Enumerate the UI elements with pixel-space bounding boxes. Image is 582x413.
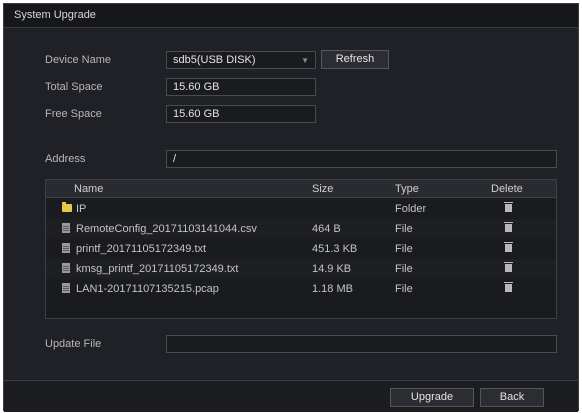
file-list-header: Name Size Type Delete — [46, 180, 556, 198]
trash-icon — [504, 222, 513, 232]
file-name: LAN1-20171107135215.pcap — [76, 283, 219, 295]
total-space-field: 15.60 GB — [166, 78, 316, 96]
file-row[interactable]: printf_20171105172349.txt 451.3 KB File — [46, 239, 556, 259]
file-row[interactable]: RemoteConfig_20171103141044.csv 464 B Fi… — [46, 219, 556, 239]
folder-icon — [62, 202, 72, 212]
file-size: 464 B — [312, 223, 341, 235]
device-name-value: sdb5(USB DISK) — [173, 54, 256, 66]
file-type: File — [395, 223, 413, 235]
file-icon — [62, 263, 70, 273]
file-size: 451.3 KB — [312, 243, 358, 255]
file-row[interactable]: kmsg_printf_20171105172349.txt 14.9 KB F… — [46, 259, 556, 279]
trash-icon — [504, 262, 513, 272]
file-icon — [62, 243, 70, 253]
delete-button[interactable] — [502, 199, 516, 219]
file-icon — [62, 283, 70, 293]
free-space-label: Free Space — [45, 108, 102, 120]
file-type: File — [395, 243, 413, 255]
address-field[interactable]: / — [166, 150, 557, 168]
total-space-label: Total Space — [45, 81, 103, 93]
delete-button[interactable] — [502, 219, 516, 239]
delete-button[interactable] — [502, 239, 516, 259]
file-name: printf_20171105172349.txt — [76, 243, 207, 255]
column-size[interactable]: Size — [312, 183, 333, 195]
file-size: 14.9 KB — [312, 263, 352, 275]
trash-icon — [504, 242, 513, 252]
system-upgrade-window: System Upgrade Device Name sdb5(USB DISK… — [3, 3, 579, 412]
file-name: IP — [76, 203, 87, 215]
file-list: Name Size Type Delete IP Folder RemoteCo… — [45, 179, 557, 319]
file-type: File — [395, 283, 413, 295]
file-row[interactable]: IP Folder — [46, 199, 556, 219]
file-name: kmsg_printf_20171105172349.txt — [76, 263, 239, 275]
refresh-button[interactable]: Refresh — [321, 50, 389, 69]
file-row[interactable]: LAN1-20171107135215.pcap 1.18 MB File — [46, 279, 556, 299]
column-type[interactable]: Type — [395, 183, 419, 195]
device-name-label: Device Name — [45, 54, 112, 66]
delete-button[interactable] — [502, 279, 516, 299]
delete-button[interactable] — [502, 259, 516, 279]
address-label: Address — [45, 153, 86, 165]
update-file-label: Update File — [45, 338, 102, 350]
chevron-down-icon: ▼ — [301, 56, 309, 65]
update-file-field[interactable] — [166, 335, 557, 353]
file-size: 1.18 MB — [312, 283, 353, 295]
back-button[interactable]: Back — [480, 388, 544, 407]
trash-icon — [504, 202, 513, 212]
file-name: RemoteConfig_20171103141044.csv — [76, 223, 257, 235]
trash-icon — [504, 282, 513, 292]
window-title: System Upgrade — [14, 9, 96, 21]
file-icon — [62, 223, 70, 233]
file-type: Folder — [395, 203, 427, 215]
title-bar: System Upgrade — [4, 4, 578, 28]
column-name[interactable]: Name — [74, 183, 103, 195]
free-space-field: 15.60 GB — [166, 105, 316, 123]
file-type: File — [395, 263, 413, 275]
upgrade-button[interactable]: Upgrade — [390, 388, 474, 407]
column-delete: Delete — [491, 183, 523, 195]
device-name-select[interactable]: sdb5(USB DISK) ▼ — [166, 51, 316, 69]
action-bar: Upgrade Back — [4, 380, 578, 412]
